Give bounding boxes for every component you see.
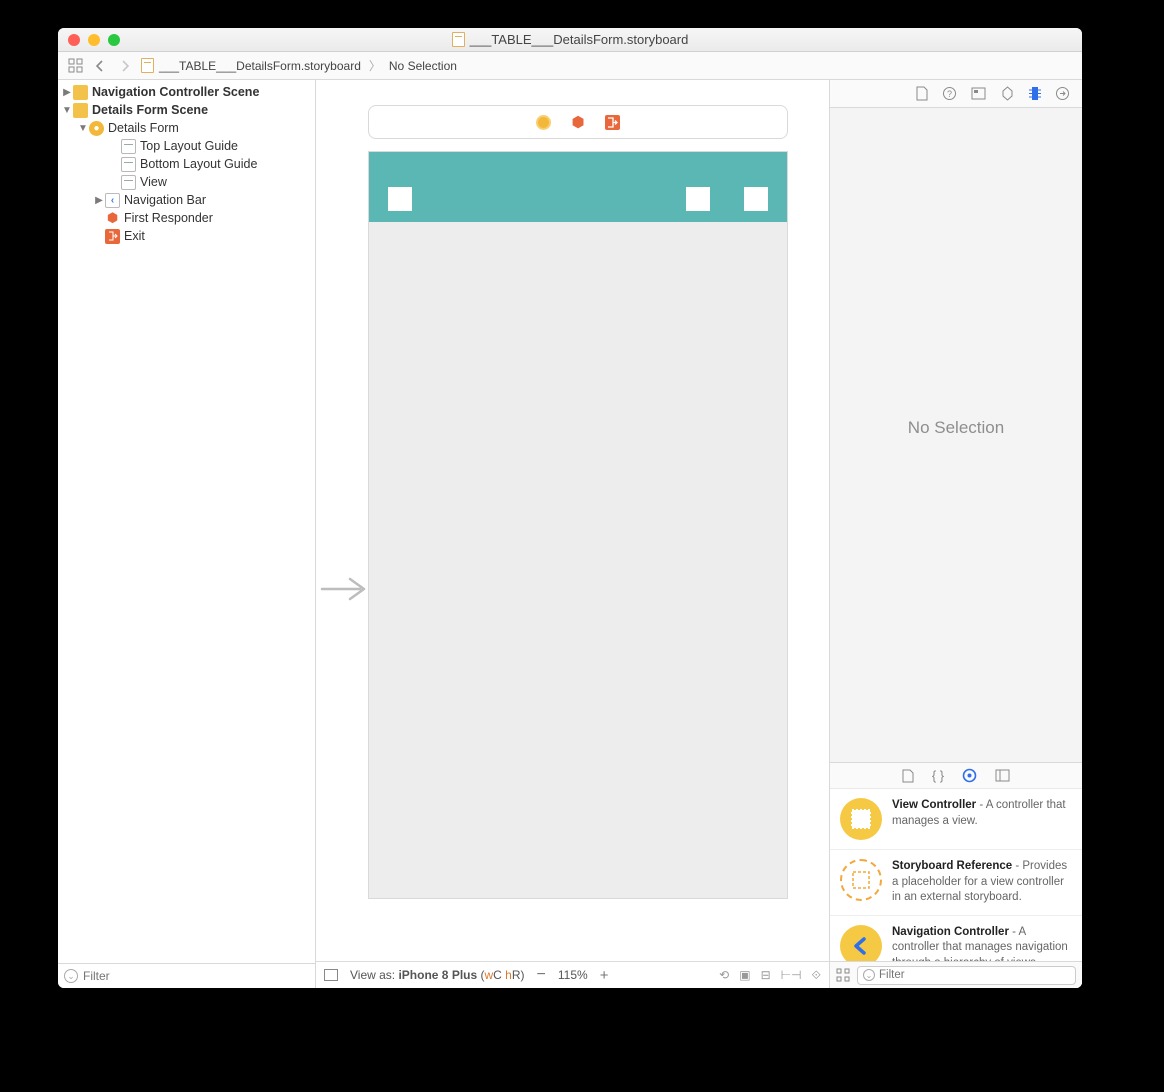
outline-node[interactable]: ▶Navigation Controller Scene <box>58 83 315 101</box>
forward-button[interactable] <box>116 57 134 75</box>
outline-node[interactable]: ⬢First Responder <box>58 209 315 227</box>
zoom-in-button[interactable]: + <box>600 967 609 984</box>
media-library-tab[interactable] <box>995 769 1010 782</box>
breadcrumb-separator: 〉 <box>369 57 381 74</box>
pin-icon[interactable]: ⊢⊣ <box>781 968 802 983</box>
titlebar[interactable]: ___TABLE___DetailsForm.storyboard <box>58 28 1082 52</box>
library-filter-field[interactable]: ⌄ <box>857 966 1076 985</box>
library-view-toggle[interactable] <box>836 968 851 983</box>
back-button[interactable] <box>91 57 109 75</box>
connections-inspector-tab[interactable] <box>1055 86 1070 101</box>
view-as-label[interactable]: View as: iPhone 8 Plus (wC hR) <box>350 968 525 982</box>
library-item-icon <box>840 859 882 901</box>
file-template-tab[interactable] <box>902 769 914 783</box>
layout-tools: ⟲ ▣ ⊟ ⊢⊣ ⟐ <box>719 968 821 983</box>
outline-tree[interactable]: ▶Navigation Controller Scene▼Details For… <box>58 80 315 963</box>
storyboard-file-icon <box>452 32 465 47</box>
first-responder-dock-icon[interactable]: ⬢ <box>571 113 584 131</box>
editor-body: ▶Navigation Controller Scene▼Details For… <box>58 80 1082 988</box>
attributes-inspector-tab[interactable] <box>1000 86 1015 101</box>
scene-dock[interactable]: ⬢ <box>368 105 788 139</box>
storyboard-canvas[interactable]: ⬢ <box>316 80 829 961</box>
outline-node[interactable]: ▶‹Navigation Bar <box>58 191 315 209</box>
library-tabs: { } <box>830 762 1082 789</box>
help-inspector-tab[interactable]: ? <box>942 86 957 101</box>
breadcrumb-file[interactable]: ___TABLE___DetailsForm.storyboard <box>159 59 361 73</box>
nav-item-left[interactable] <box>388 187 412 211</box>
outline-node[interactable]: Top Layout Guide <box>58 137 315 155</box>
outline-node[interactable]: ▼●Details Form <box>58 119 315 137</box>
exit-dock-icon[interactable] <box>605 115 620 130</box>
jump-bar: ___TABLE___DetailsForm.storyboard 〉 No S… <box>58 52 1082 80</box>
inspector-tabs: ? <box>830 80 1082 108</box>
svg-text:?: ? <box>947 89 952 99</box>
file-inspector-tab[interactable] <box>915 86 928 101</box>
zoom-out-button[interactable]: − <box>537 966 546 984</box>
outline-node[interactable]: Bottom Layout Guide <box>58 155 315 173</box>
outline-filter-input[interactable] <box>83 969 309 983</box>
object-library-list[interactable]: View Controller - A controller that mana… <box>830 789 1082 961</box>
library-item[interactable]: Storyboard Reference - Provides a placeh… <box>830 850 1082 916</box>
scene-block[interactable]: ⬢ <box>368 105 788 899</box>
document-outline: ▶Navigation Controller Scene▼Details For… <box>58 80 316 988</box>
library-item-icon <box>840 798 882 840</box>
library-filter-bar: ⌄ <box>830 961 1082 988</box>
object-library-tab[interactable] <box>962 768 977 783</box>
library-item-icon <box>840 925 882 961</box>
outline-filter-bar: ⌄ <box>58 963 315 988</box>
code-snippet-tab[interactable]: { } <box>932 768 944 783</box>
size-inspector-tab[interactable] <box>1029 86 1041 101</box>
close-button[interactable] <box>68 34 80 46</box>
xcode-window: ___TABLE___DetailsForm.storyboard ___TAB… <box>58 28 1082 988</box>
filter-icon: ⌄ <box>863 969 875 981</box>
align-icon[interactable]: ⊟ <box>761 968 771 983</box>
traffic-lights <box>58 34 120 46</box>
vc-dock-icon[interactable] <box>536 115 551 130</box>
navigation-bar[interactable] <box>369 152 787 222</box>
zoom-level[interactable]: 115% <box>558 968 588 982</box>
canvas-bottom-bar: View as: iPhone 8 Plus (wC hR) − 115% + … <box>316 961 829 988</box>
zoom-button[interactable] <box>108 34 120 46</box>
nav-item-right-1[interactable] <box>686 187 710 211</box>
view-controller-preview[interactable] <box>368 151 788 899</box>
identity-inspector-tab[interactable] <box>971 87 986 100</box>
library-item-text: Navigation Controller - A controller tha… <box>892 925 1072 961</box>
breadcrumb-selection[interactable]: No Selection <box>389 59 457 73</box>
outline-node[interactable]: Exit <box>58 227 315 245</box>
minimize-button[interactable] <box>88 34 100 46</box>
device-config-button[interactable] <box>324 969 338 981</box>
inspector-panel: ? No Selection { } View Controller - A c… <box>829 80 1082 988</box>
library-item-text: View Controller - A controller that mana… <box>892 798 1072 840</box>
embed-in-icon[interactable]: ▣ <box>739 968 750 983</box>
outline-node[interactable]: ▼Details Form Scene <box>58 101 315 119</box>
initial-vc-arrow-icon <box>320 575 370 603</box>
inspector-no-selection: No Selection <box>830 108 1082 762</box>
update-frames-icon[interactable]: ⟲ <box>719 968 729 983</box>
window-title-text: ___TABLE___DetailsForm.storyboard <box>470 32 689 47</box>
storyboard-file-icon <box>141 58 154 73</box>
canvas-column: ⬢ Vi <box>316 80 829 988</box>
outline-node[interactable]: View <box>58 173 315 191</box>
library-item[interactable]: View Controller - A controller that mana… <box>830 789 1082 850</box>
resolve-icon[interactable]: ⟐ <box>812 968 821 983</box>
breadcrumb[interactable]: ___TABLE___DetailsForm.storyboard 〉 No S… <box>141 57 457 74</box>
library-item[interactable]: Navigation Controller - A controller tha… <box>830 916 1082 961</box>
nav-item-right-2[interactable] <box>744 187 768 211</box>
window-title: ___TABLE___DetailsForm.storyboard <box>58 32 1082 47</box>
library-item-text: Storyboard Reference - Provides a placeh… <box>892 859 1072 906</box>
library-filter-input[interactable] <box>879 969 1070 981</box>
filter-icon[interactable]: ⌄ <box>64 969 78 983</box>
related-items-icon[interactable] <box>66 57 84 75</box>
